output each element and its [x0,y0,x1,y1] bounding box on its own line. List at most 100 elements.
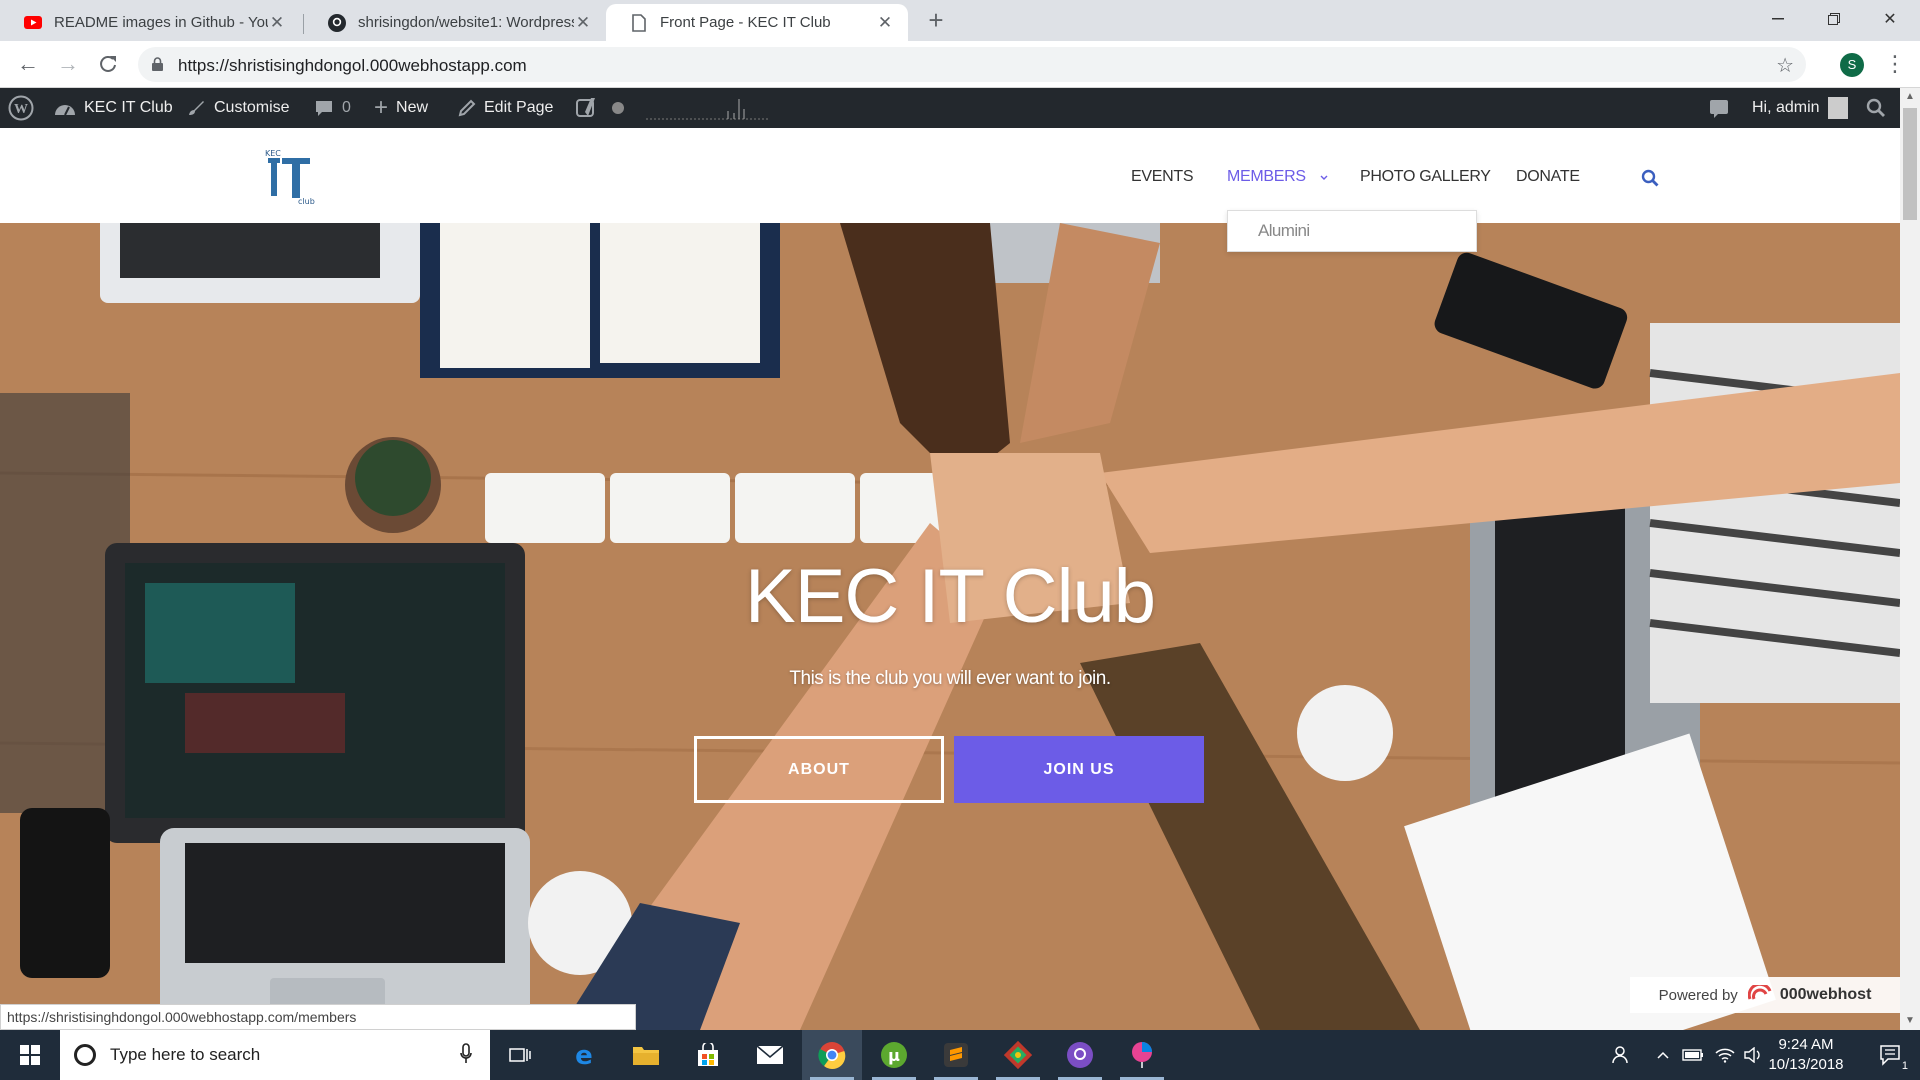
plus-icon: + [374,94,389,121]
admin-site-name-label: KEC IT Club [84,99,173,116]
action-center-icon[interactable]: 1 [1862,1030,1920,1080]
reload-icon[interactable] [94,51,122,79]
scroll-up-icon[interactable]: ▲ [1900,88,1920,106]
github-desktop-icon[interactable] [1050,1030,1110,1080]
yoast-seo-icon[interactable] [576,88,598,128]
paintbrush-icon [186,98,206,118]
youtube-icon [24,14,42,32]
scrollbar-thumb[interactable] [1903,108,1917,220]
windows-start-icon[interactable] [0,1030,60,1080]
tab-title: Front Page - KEC IT Club [660,14,831,31]
gitkraken-icon[interactable] [988,1030,1048,1080]
wifi-icon[interactable] [1710,1030,1740,1080]
page-scrollbar[interactable]: ▲ ▼ [1900,88,1920,1030]
pencil-icon [458,99,476,117]
back-icon[interactable]: ← [14,51,42,79]
dropdown-item-alumini[interactable]: Alumini [1258,221,1310,241]
page-icon [630,13,648,32]
query-monitor-graph-icon[interactable] [646,88,768,128]
members-dropdown: Alumini [1227,210,1477,252]
nav-photo-gallery[interactable]: PHOTO GALLERY [1360,168,1491,186]
powered-by-label: Powered by [1658,986,1738,1004]
link-status-bubble: https://shristisinghdongol.000webhostapp… [0,1004,636,1030]
menu-icon[interactable]: ⋮ [1884,51,1906,77]
task-view-icon[interactable] [490,1030,550,1080]
close-tab-icon[interactable]: ✕ [268,13,286,33]
microphone-icon[interactable] [460,1043,472,1065]
site-header: KEC club EVENTS MEMBERS PHOTO GALLERY DO… [0,128,1900,223]
dashboard-icon [54,99,76,117]
chrome-icon[interactable] [802,1030,862,1080]
restore-button[interactable] [1806,0,1862,38]
minimize-button[interactable] [1750,0,1806,38]
forward-icon[interactable]: → [54,51,82,79]
seo-status-dot-icon[interactable] [611,88,625,128]
lock-icon [152,57,163,71]
svg-text:W: W [14,102,28,117]
close-tab-icon[interactable]: ✕ [574,13,592,33]
notification-count: 1 [1901,1060,1908,1072]
battery-icon[interactable] [1678,1030,1708,1080]
close-window-button[interactable]: ✕ [1862,0,1918,38]
svg-text:µ: µ [888,1046,900,1065]
admin-site-name[interactable]: KEC IT Club [54,88,173,128]
store-icon[interactable] [678,1030,738,1080]
hero-subtitle: This is the club you will ever want to j… [789,668,1111,689]
taskbar-search-placeholder: Type here to search [110,1045,261,1064]
profile-avatar[interactable]: S [1840,53,1864,77]
hero-title: KEC IT Club [745,554,1156,639]
powered-by-badge[interactable]: Powered by 000webhost [1630,977,1900,1013]
address-bar[interactable]: https://shristisinghdongol.000webhostapp… [138,47,1806,82]
cortana-icon [74,1044,96,1066]
admin-avatar [1827,97,1848,119]
admin-chat-icon[interactable] [1708,88,1730,128]
join-us-button[interactable]: JOIN US [954,736,1204,803]
tab-youtube[interactable]: README images in Github - YouT ✕ [0,4,300,41]
utorrent-icon[interactable]: µ [864,1030,924,1080]
clock-time: 9:24 AM [1778,1036,1834,1053]
edge-icon[interactable]: e [554,1030,614,1080]
nav-members[interactable]: MEMBERS [1227,168,1328,186]
admin-customise[interactable]: Customise [186,88,290,128]
webhost-logo-icon [1747,982,1772,1005]
admin-search-icon[interactable] [1866,88,1886,128]
new-tab-button[interactable]: + [922,6,950,34]
taskbar-search-box[interactable]: Type here to search [60,1030,490,1080]
admin-new[interactable]: + New [374,88,428,128]
admin-new-label: New [396,99,429,116]
windows-taskbar: Type here to search e µ 9:24 AM 10/13/20… [0,1030,1920,1080]
sublime-text-icon[interactable] [926,1030,986,1080]
nav-members-label: MEMBERS [1227,168,1306,185]
tab-front-page[interactable]: Front Page - KEC IT Club ✕ [606,4,908,41]
file-explorer-icon[interactable] [616,1030,676,1080]
tab-strip: README images in Github - YouT ✕ shrisin… [0,0,1920,41]
admin-customise-label: Customise [214,99,290,116]
wordpress-logo-icon[interactable]: W [8,88,34,128]
admin-edit-page[interactable]: Edit Page [458,88,553,128]
bookmark-star-icon[interactable]: ☆ [1776,53,1794,78]
close-tab-icon[interactable]: ✕ [876,13,894,33]
site-logo[interactable]: KEC club [262,146,322,206]
svg-text:club: club [298,197,315,206]
tab-github[interactable]: shrisingdon/website1: Wordpress ✕ [304,4,606,41]
scroll-down-icon[interactable]: ▼ [1900,1012,1920,1030]
chevron-down-icon [1320,168,1328,185]
balloon-app-icon[interactable] [1112,1030,1172,1080]
nav-donate[interactable]: DONATE [1516,168,1580,186]
about-button[interactable]: ABOUT [694,736,944,803]
clock-date: 10/13/2018 [1768,1056,1844,1073]
admin-edit-page-label: Edit Page [484,99,554,116]
people-icon[interactable] [1604,1030,1640,1080]
comment-icon [314,98,334,118]
hero-section: KEC IT Club This is the club you will ev… [0,223,1900,1030]
tray-expand-icon[interactable] [1650,1030,1676,1080]
taskbar-clock[interactable]: 9:24 AM 10/13/2018 [1756,1035,1856,1075]
svg-text:e: e [575,1042,593,1068]
admin-comments[interactable]: 0 [314,88,351,128]
admin-account[interactable]: Hi, admin [1752,88,1848,128]
mail-icon[interactable] [740,1030,800,1080]
svg-text:KEC: KEC [265,149,281,158]
site-search-icon[interactable] [1641,169,1659,192]
nav-events[interactable]: EVENTS [1131,168,1194,186]
url-text: https://shristisinghdongol.000webhostapp… [178,56,527,75]
